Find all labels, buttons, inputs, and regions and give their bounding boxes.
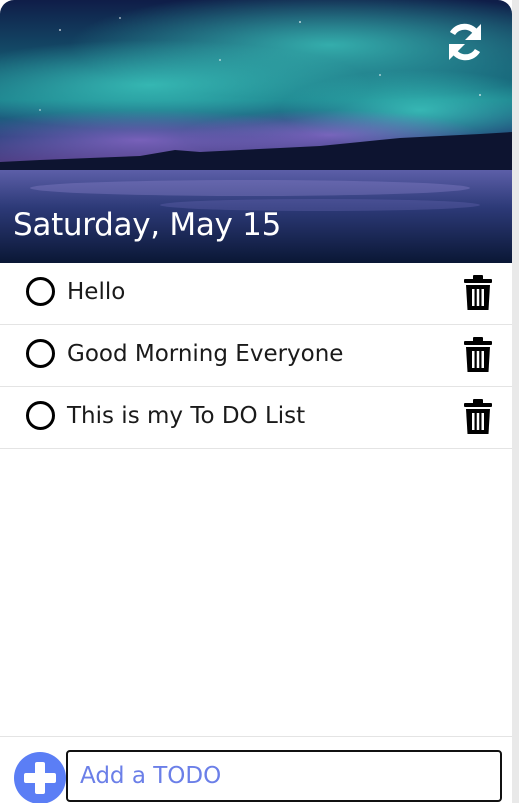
- trash-icon[interactable]: [462, 337, 494, 373]
- current-date: Saturday, May 15: [13, 207, 281, 243]
- header-banner: Saturday, May 15: [0, 0, 512, 263]
- todo-item-text: Hello: [67, 279, 126, 305]
- trash-icon[interactable]: [462, 275, 494, 311]
- todo-input[interactable]: [66, 750, 502, 802]
- trash-icon[interactable]: [462, 399, 494, 435]
- add-todo-bar: [0, 736, 512, 803]
- todo-item: Hello: [0, 263, 512, 325]
- add-todo-button[interactable]: [14, 752, 66, 803]
- todo-item-text: This is my To DO List: [67, 403, 306, 429]
- todo-item-text: Good Morning Everyone: [67, 341, 344, 367]
- circle-outline-icon[interactable]: [26, 277, 55, 306]
- scrollbar[interactable]: [512, 0, 519, 803]
- circle-outline-icon[interactable]: [26, 339, 55, 368]
- refresh-icon[interactable]: [443, 20, 487, 64]
- todo-list: Hello Good Morning Everyone This is my T…: [0, 263, 512, 449]
- circle-outline-icon[interactable]: [26, 401, 55, 430]
- todo-app: Saturday, May 15 Hello Good Morning Ever…: [0, 0, 512, 803]
- todo-item: Good Morning Everyone: [0, 325, 512, 387]
- todo-item: This is my To DO List: [0, 387, 512, 449]
- plus-circle-icon: [24, 762, 56, 794]
